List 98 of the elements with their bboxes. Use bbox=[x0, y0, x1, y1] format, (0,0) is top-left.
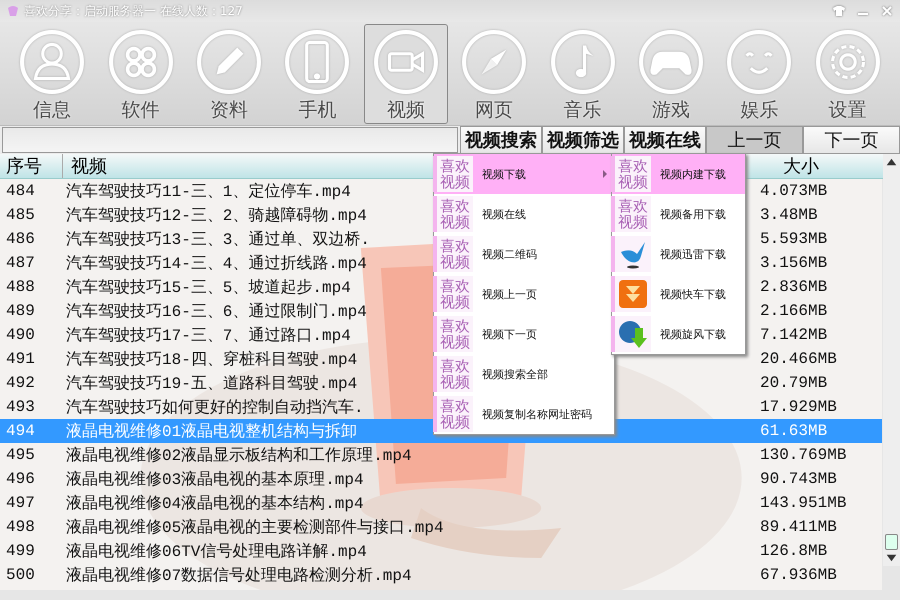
table-cell-text: 液晶电视维修07数据信号处理电路检测分析.mp4 bbox=[65, 566, 412, 586]
camera-icon bbox=[372, 29, 439, 95]
pencil-icon bbox=[196, 29, 262, 95]
table-cell-text: 2.836MB bbox=[760, 278, 828, 296]
table-cell-text: 488 bbox=[5, 278, 36, 296]
logo-icon: 喜欢视频 bbox=[615, 156, 651, 192]
clover-icon bbox=[108, 29, 174, 95]
table-cell-text: 89.411MB bbox=[760, 518, 838, 536]
table-cell-text: 494 bbox=[5, 422, 36, 440]
table-cell-text: 4.073MB bbox=[760, 182, 828, 200]
gamepad-icon bbox=[638, 29, 704, 95]
table-cell-text: 126.8MB bbox=[760, 542, 828, 560]
table-cell-text: 17.929MB bbox=[760, 398, 838, 416]
search-field[interactable] bbox=[2, 127, 458, 153]
nav-button[interactable]: 视频筛选 bbox=[542, 126, 624, 154]
globe-arrow-icon bbox=[617, 318, 649, 350]
scrollbar[interactable] bbox=[883, 154, 900, 566]
logo-icon: 喜欢视频 bbox=[437, 316, 473, 352]
table-cell-text: 汽车驾驶技巧12-三、2、骑越障碍物.mp4 bbox=[65, 206, 367, 226]
table-cell-text: 496 bbox=[5, 470, 36, 488]
toolbar-button[interactable]: 手机 bbox=[275, 24, 360, 124]
table-cell-text: 汽车驾驶技巧13-三、3、通过单、双边桥. bbox=[65, 230, 370, 250]
table-cell-text: 497 bbox=[5, 494, 36, 512]
toolbar-button[interactable]: 视频 bbox=[364, 24, 448, 124]
table-cell-text: 500 bbox=[5, 566, 36, 584]
column-header[interactable]: 大小 bbox=[783, 154, 883, 178]
app-logo-icon bbox=[6, 4, 20, 18]
table-cell-text: 液晶电视维修06TV信号处理电路详解.mp4 bbox=[65, 542, 367, 562]
logo-icon: 喜欢视频 bbox=[437, 276, 473, 312]
table-cell-text: 490 bbox=[5, 326, 36, 344]
note-icon bbox=[550, 29, 616, 95]
close-icon[interactable] bbox=[880, 6, 894, 16]
table-cell-text: 484 bbox=[5, 182, 36, 200]
table-cell-text: 汽车驾驶技巧11-三、1、定位停车.mp4 bbox=[65, 182, 351, 202]
table-cell-text: 499 bbox=[5, 542, 36, 560]
smiley-icon bbox=[726, 29, 792, 95]
table-cell-text: 498 bbox=[5, 518, 36, 536]
table-cell-text: 495 bbox=[5, 446, 36, 464]
logo-icon: 喜欢视频 bbox=[437, 196, 473, 232]
table-cell-text: 3.156MB bbox=[760, 254, 828, 272]
scroll-thumb[interactable] bbox=[885, 534, 898, 550]
toolbar-button[interactable]: 娱乐 bbox=[717, 24, 802, 124]
table-cell-text: 汽车驾驶技巧15-三、5、坡道起步.mp4 bbox=[65, 278, 351, 298]
table-cell-text: 491 bbox=[5, 350, 36, 368]
logo-icon: 喜欢视频 bbox=[437, 356, 473, 392]
table-cell-text: 61.63MB bbox=[760, 422, 828, 440]
logo-icon: 喜欢视频 bbox=[437, 236, 473, 272]
phone-icon bbox=[284, 29, 350, 95]
nav-button[interactable]: 视频在线 bbox=[624, 126, 706, 154]
table-cell-text: 液晶电视维修02液晶显示板结构和工作原理.mp4 bbox=[65, 446, 412, 466]
table-cell-text: 汽车驾驶技巧18-四、穿桩科目驾驶.mp4 bbox=[65, 350, 358, 370]
table-cell-text: 5.593MB bbox=[760, 230, 828, 248]
toolbar-button[interactable]: 网页 bbox=[452, 24, 536, 124]
toolbar-button[interactable]: 软件 bbox=[98, 24, 183, 124]
table-cell-text: 液晶电视维修05液晶电视的主要检测部件与接口.mp4 bbox=[65, 518, 444, 538]
table-cell-text: 液晶电视维修04液晶电视的基本结构.mp4 bbox=[65, 494, 364, 514]
table-cell-text: 20.79MB bbox=[760, 374, 828, 392]
table-cell-text: 489 bbox=[5, 302, 36, 320]
table-cell-text: 液晶电视维修01液晶电视整机结构与拆卸 bbox=[65, 422, 358, 442]
person-icon bbox=[19, 29, 86, 95]
table-cell-text: 493 bbox=[5, 398, 36, 416]
table-cell-text: 485 bbox=[5, 206, 36, 224]
toolbar-button[interactable]: 资料 bbox=[186, 24, 271, 124]
table-cell-text: 液晶电视维修03液晶电视的基本原理.mp4 bbox=[65, 470, 364, 490]
menu-item[interactable]: 视频快车下载 bbox=[612, 274, 745, 314]
logo-icon: 喜欢视频 bbox=[437, 156, 473, 192]
table-cell-text: 20.466MB bbox=[760, 350, 838, 368]
menu-item[interactable]: 视频旋风下载 bbox=[612, 314, 745, 354]
table-cell-text: 492 bbox=[5, 374, 36, 392]
table-cell-text: 2.166MB bbox=[760, 302, 828, 320]
table-cell-text: 67.936MB bbox=[760, 566, 838, 584]
table-cell-text: 130.769MB bbox=[760, 446, 848, 464]
table-cell-text: 3.48MB bbox=[760, 206, 819, 224]
nav-button[interactable]: 视频搜索 bbox=[460, 126, 542, 154]
skin-icon[interactable] bbox=[832, 6, 846, 16]
gear-icon bbox=[814, 29, 881, 95]
table-cell-text: 7.142MB bbox=[760, 326, 828, 344]
table-cell-text: 143.951MB bbox=[760, 494, 848, 512]
toolbar-button[interactable]: 音乐 bbox=[540, 24, 625, 124]
nav-button[interactable]: 上一页 bbox=[706, 126, 803, 154]
toolbar-button[interactable]: 游戏 bbox=[628, 24, 713, 124]
table-cell-text: 汽车驾驶技巧如何更好的控制自动挡汽车. bbox=[65, 398, 364, 418]
toolbar-button[interactable]: 设置 bbox=[806, 24, 890, 124]
table-cell-text: 487 bbox=[5, 254, 36, 272]
compass-icon bbox=[461, 29, 528, 95]
table-cell-text: 90.743MB bbox=[760, 470, 838, 488]
logo-icon: 喜欢视频 bbox=[437, 396, 473, 432]
nav-button[interactable]: 下一页 bbox=[803, 126, 900, 154]
download-arrows-icon bbox=[617, 278, 649, 310]
table-cell-text: 汽车驾驶技巧14-三、4、通过折线路.mp4 bbox=[65, 254, 367, 274]
menu-item[interactable]: 视频迅雷下载 bbox=[612, 234, 745, 274]
column-header[interactable]: 序号 bbox=[0, 154, 62, 178]
table-cell-text: 汽车驾驶技巧19-五、道路科目驾驶.mp4 bbox=[65, 374, 358, 394]
table-cell-text: 486 bbox=[5, 230, 36, 248]
table-cell-text: 汽车驾驶技巧17-三、7、通过路口.mp4 bbox=[65, 326, 351, 346]
table-cell-text: 汽车驾驶技巧16-三、6、通过限制门.mp4 bbox=[65, 302, 367, 322]
logo-icon: 喜欢视频 bbox=[615, 196, 651, 232]
toolbar-button[interactable]: 信息 bbox=[10, 24, 94, 124]
